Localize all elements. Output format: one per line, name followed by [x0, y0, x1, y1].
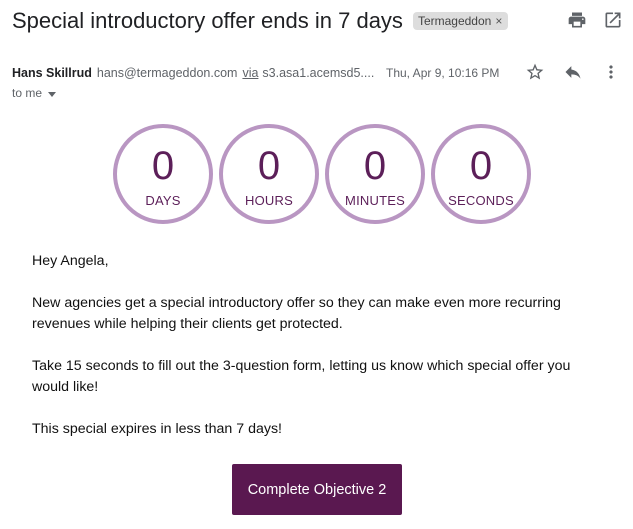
countdown-value: 0: [363, 144, 387, 188]
sender-name: Hans Skillrud: [12, 66, 92, 80]
greeting: Hey Angela,: [32, 253, 109, 269]
countdown-hours: 0 HOURS: [219, 124, 319, 224]
countdown-timer: 0 DAYS 0 HOURS 0 MINUTES 0 SECONDS: [113, 124, 531, 224]
email-body: Hey Angela, New agencies get a special i…: [32, 251, 592, 461]
reply-icon[interactable]: [563, 62, 583, 82]
label-chip-text: Termageddon: [417, 14, 492, 28]
countdown-unit: MINUTES: [345, 193, 405, 208]
recipient-label: to me: [12, 86, 43, 100]
countdown-value: 0: [257, 144, 281, 188]
body-paragraph: This special expires in less than 7 days…: [32, 421, 282, 437]
chevron-down-icon[interactable]: [48, 91, 57, 97]
message-actions: [525, 62, 621, 82]
countdown-days: 0 DAYS: [113, 124, 213, 224]
complete-objective-button[interactable]: Complete Objective 2: [232, 464, 402, 515]
via-link[interactable]: via: [242, 66, 258, 80]
thread-actions: [567, 10, 623, 30]
countdown-unit: SECONDS: [448, 193, 514, 208]
more-vert-icon[interactable]: [601, 62, 621, 82]
close-icon[interactable]: ×: [495, 14, 502, 28]
via-domain: s3.asa1.acemsd5....: [262, 66, 375, 80]
body-paragraph: New agencies get a special introductory …: [32, 295, 561, 332]
body-paragraph: Take 15 seconds to fill out the 3-questi…: [32, 358, 571, 395]
print-icon[interactable]: [567, 10, 587, 30]
countdown-minutes: 0 MINUTES: [325, 124, 425, 224]
countdown-seconds: 0 SECONDS: [431, 124, 531, 224]
open-in-new-icon[interactable]: [603, 10, 623, 30]
subject-row: Special introductory offer ends in 7 day…: [12, 6, 633, 36]
recipient-toggle[interactable]: to me: [12, 86, 57, 100]
star-icon[interactable]: [525, 62, 545, 82]
countdown-value: 0: [151, 144, 175, 188]
email-date: Thu, Apr 9, 10:16 PM: [386, 66, 500, 80]
countdown-unit: HOURS: [245, 193, 293, 208]
email-subject: Special introductory offer ends in 7 day…: [12, 8, 403, 33]
label-chip[interactable]: Termageddon ×: [412, 12, 509, 30]
countdown-value: 0: [469, 144, 493, 188]
countdown-unit: DAYS: [145, 193, 181, 208]
sender-email: hans@termageddon.com: [96, 66, 238, 80]
